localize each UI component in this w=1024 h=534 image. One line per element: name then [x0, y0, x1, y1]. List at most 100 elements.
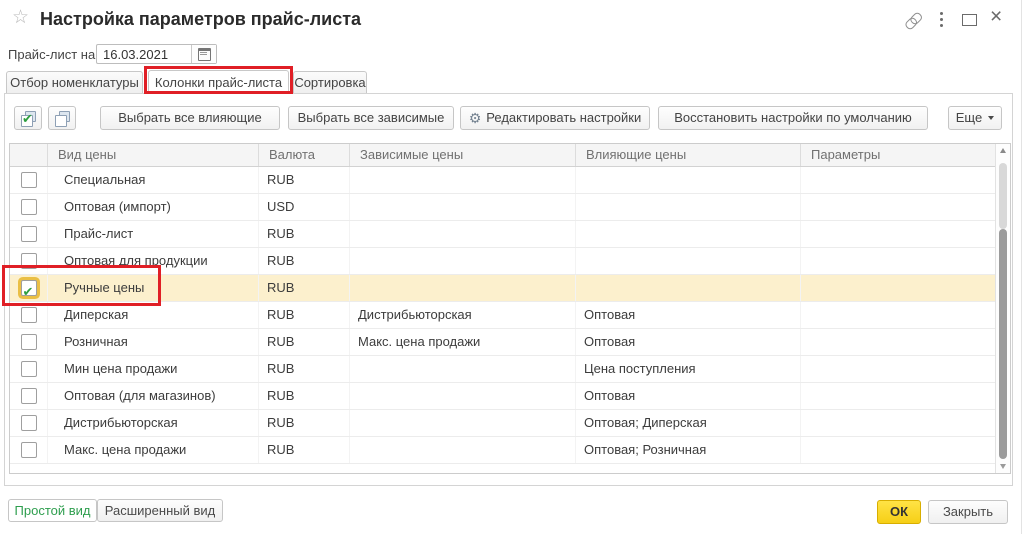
cell-params — [801, 329, 1010, 355]
cell-dependent-prices — [350, 437, 576, 463]
table-row[interactable]: Мин цена продажиRUB Цена поступления — [10, 356, 1010, 383]
star-icon[interactable]: ☆ — [12, 8, 29, 28]
scrollbar-thumb[interactable] — [999, 229, 1007, 459]
cell-price-type: Специальная — [48, 167, 259, 193]
cell-price-type: Мин цена продажи — [48, 356, 259, 382]
maximize-icon[interactable] — [962, 14, 977, 26]
kebab-menu-icon[interactable] — [940, 12, 944, 30]
scroll-up-icon[interactable] — [1000, 148, 1006, 153]
cell-params — [801, 167, 1010, 193]
cell-dependent-prices — [350, 356, 576, 382]
calendar-button[interactable] — [191, 45, 216, 63]
column-header-currency[interactable]: Валюта — [259, 144, 350, 166]
table-row[interactable]: РозничнаяRUBМакс. цена продажиОптовая — [10, 329, 1010, 356]
chevron-down-icon — [988, 116, 994, 120]
window-edge — [1021, 0, 1022, 534]
cell-params — [801, 410, 1010, 436]
cell-currency: RUB — [259, 302, 350, 328]
ok-button[interactable]: ОК — [877, 500, 921, 524]
cell-currency: RUB — [259, 356, 350, 382]
uncheck-all-button[interactable] — [48, 106, 76, 130]
cell-currency: RUB — [259, 221, 350, 247]
cell-params — [801, 194, 1010, 220]
cell-params — [801, 383, 1010, 409]
cell-dependent-prices — [350, 383, 576, 409]
row-checkbox[interactable] — [21, 172, 37, 188]
table-row[interactable]: Макс. цена продажиRUB Оптовая; Розничная — [10, 437, 1010, 464]
column-header-influencing[interactable]: Влияющие цены — [576, 144, 801, 166]
cell-price-type: Диперская — [48, 302, 259, 328]
extended-view-button[interactable]: Расширенный вид — [97, 499, 223, 522]
column-header-params[interactable]: Параметры — [801, 144, 1010, 166]
scroll-down-icon[interactable] — [1000, 464, 1006, 469]
row-checkbox[interactable] — [21, 253, 37, 269]
restore-defaults-button[interactable]: Восстановить настройки по умолчанию — [658, 106, 928, 130]
row-flag-cell — [10, 410, 48, 436]
table-row[interactable]: Оптовая (для магазинов)RUBОптовая — [10, 383, 1010, 410]
row-checkbox[interactable] — [21, 334, 37, 350]
row-checkbox[interactable] — [21, 415, 37, 431]
cell-dependent-prices — [350, 221, 576, 247]
more-button[interactable]: Еще — [948, 106, 1002, 130]
select-all-dependent-button[interactable]: Выбрать все зависимые — [288, 106, 454, 130]
table-row[interactable]: ДистрибьюторскаяRUBОптовая; Диперская — [10, 410, 1010, 437]
cell-currency: RUB — [259, 248, 350, 274]
close-button[interactable]: Закрыть — [928, 500, 1008, 524]
table-row[interactable]: Оптовая для продукцииRUB — [10, 248, 1010, 275]
column-header-price-type[interactable]: Вид цены — [48, 144, 259, 166]
scrollbar-track-segment — [999, 163, 1007, 229]
table-body: СпециальнаяRUBОптовая (импорт)USDПрайс-л… — [10, 167, 1010, 464]
table-row[interactable]: Прайс-листRUB — [10, 221, 1010, 248]
row-flag-cell — [10, 221, 48, 247]
cell-dependent-prices: Макс. цена продажи — [350, 329, 576, 355]
cell-dependent-prices — [350, 275, 576, 301]
cell-params — [801, 275, 1010, 301]
cell-currency: USD — [259, 194, 350, 220]
vertical-scrollbar — [995, 144, 1010, 473]
cell-influencing-prices — [576, 167, 801, 193]
row-checkbox[interactable] — [21, 307, 37, 323]
tab-pricelist-columns[interactable]: Колонки прайс-листа — [148, 70, 289, 94]
row-checkbox[interactable] — [21, 388, 37, 404]
column-header-flag[interactable] — [10, 144, 48, 166]
cell-dependent-prices — [350, 167, 576, 193]
cell-params — [801, 248, 1010, 274]
cell-influencing-prices: Оптовая — [576, 329, 801, 355]
cell-influencing-prices: Цена поступления — [576, 356, 801, 382]
tab-item-filter[interactable]: Отбор номенклатуры — [6, 71, 143, 93]
copy-icon — [49, 107, 75, 129]
cell-price-type: Оптовая для продукции — [48, 248, 259, 274]
row-checkbox[interactable] — [21, 199, 37, 215]
link-icon[interactable] — [900, 8, 925, 33]
cell-price-type: Макс. цена продажи — [48, 437, 259, 463]
column-header-dependent[interactable]: Зависимые цены — [350, 144, 576, 166]
cell-dependent-prices: Дистрибьюторская — [350, 302, 576, 328]
cell-influencing-prices — [576, 221, 801, 247]
table-row[interactable]: Оптовая (импорт)USD — [10, 194, 1010, 221]
table-row[interactable]: ДиперскаяRUBДистрибьюторскаяОптовая — [10, 302, 1010, 329]
row-flag-cell — [10, 194, 48, 220]
cell-influencing-prices — [576, 275, 801, 301]
pricelist-date-value: 16.03.2021 — [103, 47, 168, 63]
simple-view-button[interactable]: Простой вид — [8, 499, 97, 522]
table-row[interactable]: СпециальнаяRUB — [10, 167, 1010, 194]
cell-currency: RUB — [259, 437, 350, 463]
table-row[interactable]: Ручные ценыRUB — [10, 275, 1010, 302]
edit-settings-button[interactable]: ⚙Редактировать настройки — [460, 106, 650, 130]
cell-price-type: Оптовая (импорт) — [48, 194, 259, 220]
tab-sorting[interactable]: Сортировка — [293, 71, 367, 93]
select-all-influencing-button[interactable]: Выбрать все влияющие — [100, 106, 280, 130]
cell-influencing-prices: Оптовая; Розничная — [576, 437, 801, 463]
row-checkbox[interactable] — [21, 361, 37, 377]
page-title: Настройка параметров прайс-листа — [40, 7, 361, 31]
row-checkbox[interactable] — [21, 442, 37, 458]
cell-params — [801, 437, 1010, 463]
price-types-table: Вид цены Валюта Зависимые цены Влияющие … — [9, 143, 1011, 474]
cell-currency: RUB — [259, 329, 350, 355]
close-icon[interactable]: × — [990, 5, 1002, 29]
row-checkbox-checked[interactable] — [21, 280, 37, 296]
row-flag-cell — [10, 437, 48, 463]
pricelist-date-input[interactable]: 16.03.2021 — [96, 44, 217, 64]
check-all-button[interactable]: ✔ — [14, 106, 42, 130]
row-checkbox[interactable] — [21, 226, 37, 242]
